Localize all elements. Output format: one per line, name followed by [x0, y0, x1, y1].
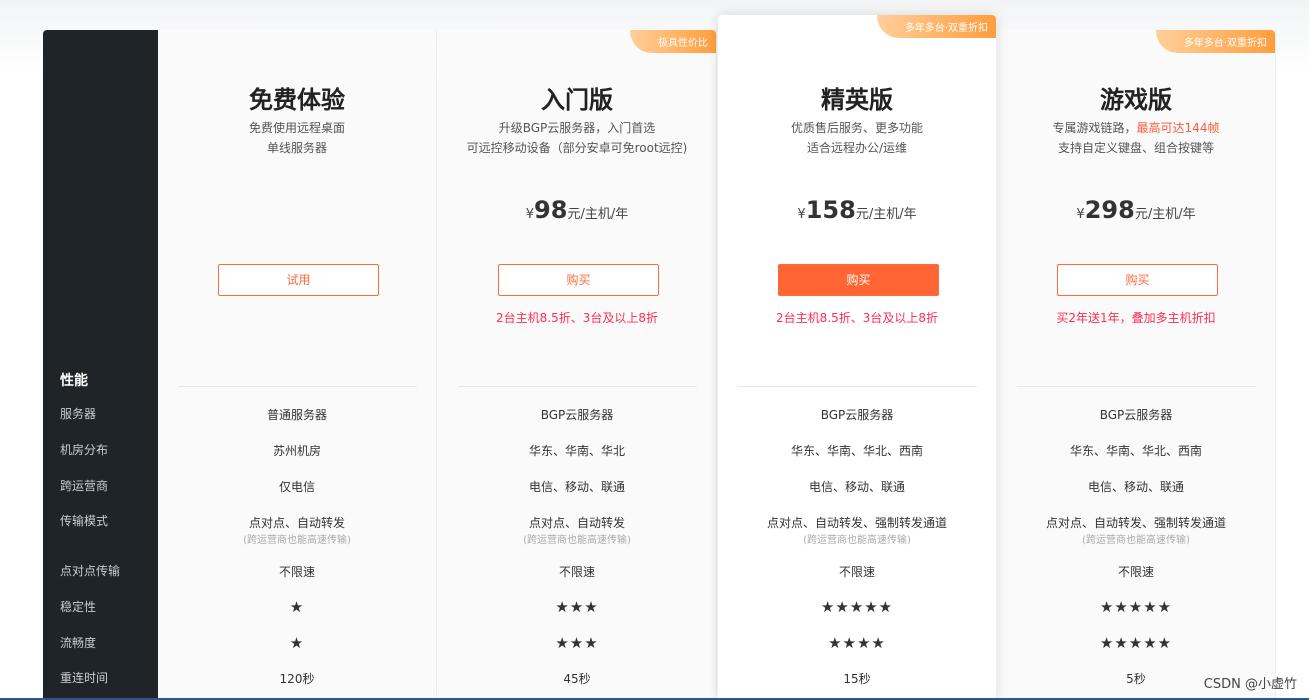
plan-card: 多年多台·双重折扣精英版优质售后服务、更多功能 适合远程办公/运维 ¥158元/主机…: [718, 15, 997, 700]
mode-value: 点对点、自动转发、强制转发通道: [1045, 516, 1226, 530]
p2p-value: 不限速: [1117, 565, 1154, 579]
plan-title: 免费体验: [249, 86, 345, 114]
divider: [738, 386, 977, 387]
isp-value: 电信、移动、联通: [528, 480, 625, 494]
divider: [1017, 386, 1256, 387]
plan-description: 升级BGP云服务器，入门首选 可远控移动设备（部分安卓可免root远控): [466, 121, 688, 155]
mode-value: 点对点、自动转发、强制转发通道: [766, 516, 947, 530]
sidebar-heading: 性能: [60, 373, 88, 389]
region-value: 华东、华南、华北: [528, 444, 625, 458]
stability-stars: ★★★: [555, 598, 599, 616]
feature-sidebar: 性能 服务器 机房分布 跨运营商 传输模式 点对点传输 稳定性 流畅度 重连时间: [43, 30, 158, 700]
isp-value: 电信、移动、联通: [808, 480, 905, 494]
plan-title: 精英版: [821, 86, 893, 114]
plan-card: 极具性价比入门版升级BGP云服务器，入门首选 可远控移动设备（部分安卓可免root…: [438, 30, 717, 700]
buy-button[interactable]: 购买: [1057, 264, 1218, 296]
plan-tag: 极具性价比: [630, 30, 716, 53]
sidebar-row: 机房分布: [60, 443, 109, 457]
plan-title: 游戏版: [1100, 86, 1172, 114]
reconnect-value: 45秒: [563, 672, 591, 686]
plan-card: 多年多台·双重折扣游戏版专属游戏链路，最高可达144帧 支持自定义键盘、组合按键等…: [997, 30, 1276, 700]
mode-subtext: (跨运营商也能高速传输): [1082, 535, 1190, 546]
stability-stars: ★: [289, 598, 305, 616]
trial-button[interactable]: 试用: [218, 264, 379, 296]
sidebar-row: 重连时间: [60, 671, 109, 685]
buy-button[interactable]: 购买: [778, 264, 939, 296]
plan-tag: 多年多台·双重折扣: [876, 15, 996, 38]
p2p-value: 不限速: [558, 565, 595, 579]
sidebar-row: 服务器: [60, 407, 97, 421]
region-value: 华东、华南、华北、西南: [1069, 444, 1202, 458]
server-value: BGP云服务器: [1099, 408, 1173, 422]
smoothness-stars: ★★★: [555, 634, 599, 652]
isp-value: 电信、移动、联通: [1087, 480, 1184, 494]
mode-value: 点对点、自动转发: [248, 516, 345, 530]
plan-description: 优质售后服务、更多功能 适合远程办公/运维: [790, 121, 923, 155]
mode-subtext: (跨运营商也能高速传输): [803, 535, 911, 546]
mode-subtext: (跨运营商也能高速传输): [523, 535, 631, 546]
reconnect-value: 120秒: [279, 672, 315, 686]
region-value: 苏州机房: [272, 444, 321, 458]
region-value: 华东、华南、华北、西南: [790, 444, 923, 458]
p2p-value: 不限速: [838, 565, 875, 579]
plan-description: 免费使用远程桌面 单线服务器: [248, 121, 345, 155]
plan-title: 入门版: [541, 86, 613, 114]
plan-price: ¥298元/主机/年: [1076, 196, 1196, 224]
isp-value: 仅电信: [278, 480, 315, 494]
buy-button[interactable]: 购买: [498, 264, 659, 296]
stability-stars: ★★★★★: [1099, 598, 1173, 616]
promo-text: 买2年送1年，叠加多主机折扣: [1056, 311, 1216, 325]
sidebar-row: 流畅度: [60, 636, 97, 650]
sidebar-row: 点对点传输: [60, 564, 121, 578]
sidebar-row: 传输模式: [60, 514, 109, 528]
divider: [178, 386, 417, 387]
smoothness-stars: ★★★★: [828, 634, 886, 652]
mode-value: 点对点、自动转发: [528, 516, 625, 530]
reconnect-value: 15秒: [843, 672, 871, 686]
smoothness-stars: ★: [289, 634, 305, 652]
sidebar-row: 稳定性: [60, 600, 97, 614]
smoothness-stars: ★★★★★: [1099, 634, 1173, 652]
server-value: BGP云服务器: [540, 408, 614, 422]
plan-tag: 多年多台·双重折扣: [1155, 30, 1275, 53]
server-value: BGP云服务器: [820, 408, 894, 422]
sidebar-row: 跨运营商: [60, 479, 109, 493]
plan-price: ¥98元/主机/年: [525, 196, 629, 224]
p2p-value: 不限速: [278, 565, 315, 579]
server-value: 普通服务器: [266, 408, 327, 422]
stability-stars: ★★★★★: [820, 598, 894, 616]
divider: [458, 386, 697, 387]
plan-card: 免费体验免费使用远程桌面 单线服务器试用普通服务器苏州机房仅电信点对点、自动转发 (…: [158, 30, 437, 700]
promo-text: 2台主机8.5折、3台及以上8折: [496, 311, 658, 325]
watermark: CSDN @小虚竹: [1203, 677, 1297, 692]
plan-price: ¥158元/主机/年: [797, 196, 917, 224]
promo-text: 2台主机8.5折、3台及以上8折: [776, 311, 938, 325]
plan-description: 专属游戏链路，最高可达144帧 支持自定义键盘、组合按键等: [1052, 121, 1220, 155]
mode-subtext: (跨运营商也能高速传输): [243, 535, 351, 546]
